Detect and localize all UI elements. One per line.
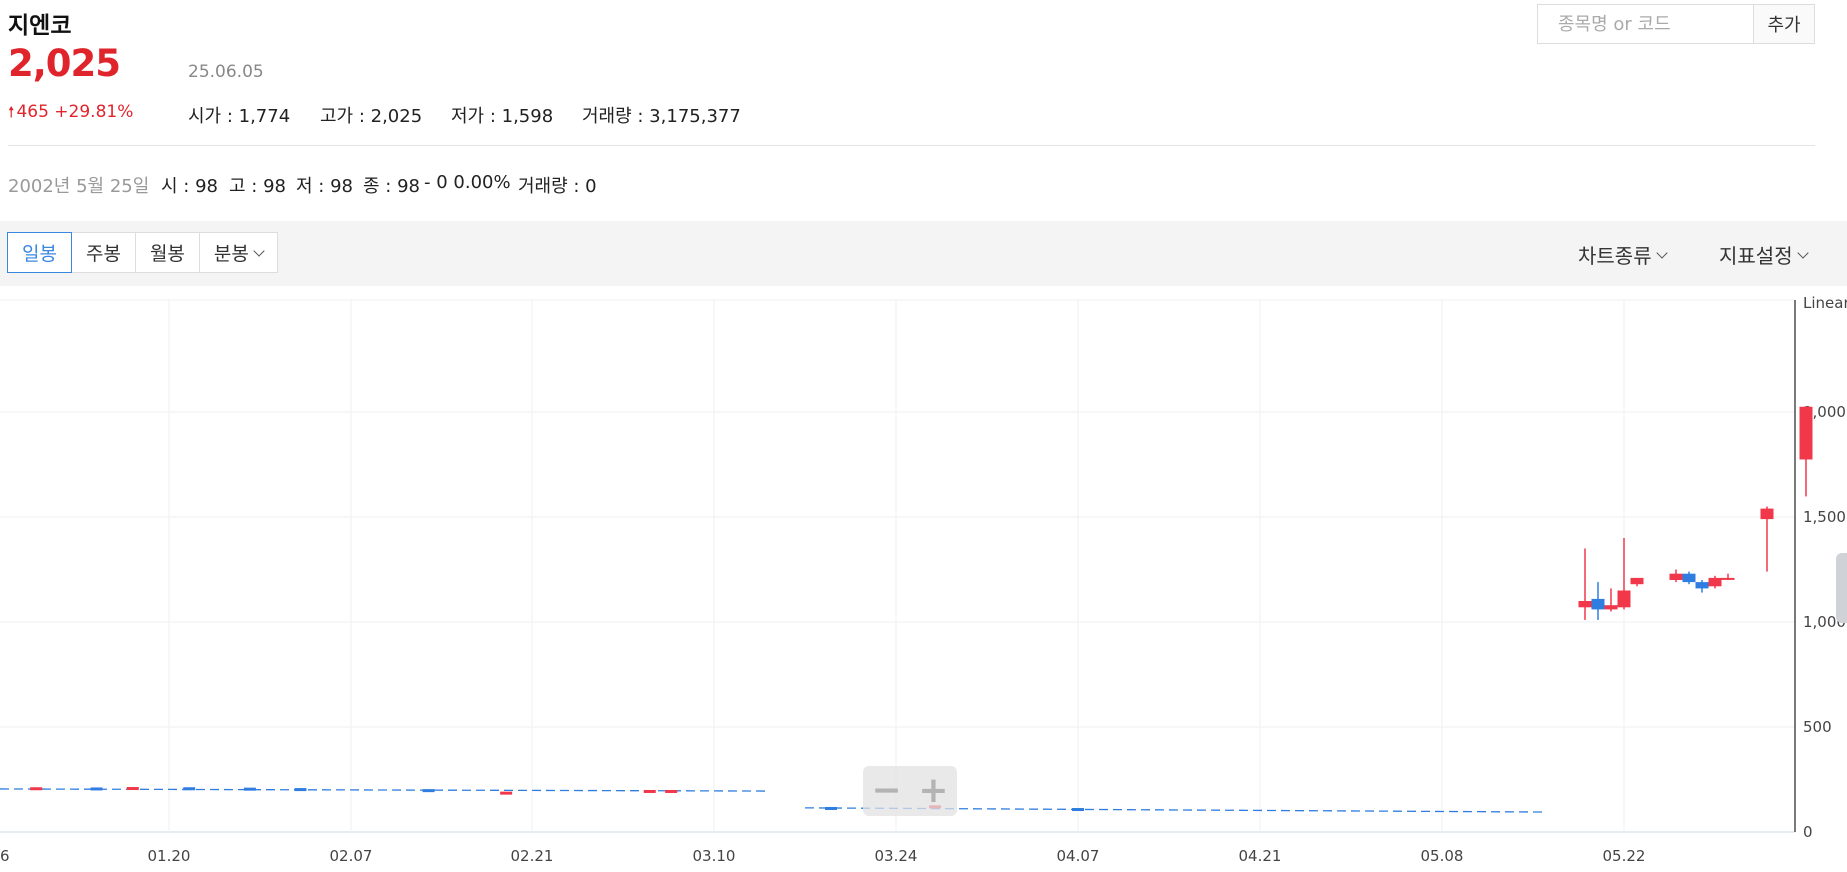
tab-weekly[interactable]: 주봉 [70, 232, 136, 273]
hover-high: 고 : 98 [229, 176, 286, 197]
chevron-down-icon [1655, 246, 1668, 259]
search-input[interactable] [1538, 5, 1753, 43]
x-tick-label: 05.22 [1603, 847, 1646, 865]
hover-volume: 거래량 : 0 [518, 176, 597, 197]
indicator-dropdown[interactable]: 지표설정 [1719, 240, 1809, 269]
flat-candle [665, 789, 678, 793]
scale-label: Linear [1803, 294, 1847, 312]
flat-candle [1072, 808, 1084, 812]
tab-monthly[interactable]: 월봉 [134, 232, 200, 273]
hover-low: 저 : 98 [296, 176, 353, 197]
hover-close: 종 : 98 [363, 176, 420, 197]
hover-change: - 0 0.00% [424, 172, 511, 193]
x-tick-label: 01.20 [148, 847, 191, 865]
x-tick-label: 03.24 [875, 847, 918, 865]
hover-date: 2002년 5월 25일 [8, 176, 150, 197]
y-tick-label: 1,500 [1803, 508, 1846, 526]
y-tick-label: 500 [1803, 718, 1832, 736]
x-tick-label: 04.21 [1239, 847, 1282, 865]
chevron-down-icon [1796, 246, 1809, 259]
chart-type-dropdown[interactable]: 차트종류 [1578, 240, 1668, 269]
flat-candle [183, 787, 196, 791]
quote-high: 고가 : 2,025 [320, 106, 423, 127]
flat-candle [422, 789, 435, 793]
quote-volume: 거래량 : 3,175,377 [582, 106, 741, 127]
flat-candle [126, 787, 139, 791]
candle-body [1604, 605, 1618, 610]
flat-candle [243, 787, 256, 791]
flat-candle [30, 787, 43, 791]
candle-body [1578, 601, 1592, 608]
zoom-controls: − + [863, 766, 957, 816]
y-tick-label: 0 [1803, 823, 1813, 841]
x-tick-label: 02.21 [511, 847, 554, 865]
stock-search: 추가 [1537, 4, 1815, 44]
x-tick-label: 03.10 [693, 847, 736, 865]
candle-body [1695, 582, 1709, 589]
up-arrow-icon: 🠕 [8, 103, 15, 121]
flat-candle [90, 787, 103, 791]
flat-candle [825, 806, 837, 810]
stock-name: 지엔코 [8, 13, 72, 39]
divider [8, 145, 1815, 146]
current-price: 2,025 [8, 42, 121, 85]
candle-body [1799, 406, 1813, 460]
period-tabs: 일봉 주봉 월봉 분봉 [7, 232, 278, 273]
candle-body [1591, 598, 1605, 610]
candle-body [1760, 508, 1774, 520]
side-panel-handle[interactable] [1836, 553, 1847, 623]
candle-body [1617, 590, 1631, 608]
quote-low: 저가 : 1,598 [451, 106, 554, 127]
zoom-in-button[interactable]: + [918, 773, 948, 809]
hover-open: 시 : 98 [161, 176, 218, 197]
tab-daily[interactable]: 일봉 [7, 232, 72, 273]
chevron-down-icon [253, 244, 265, 257]
candle-body [1630, 577, 1644, 585]
candle-body [1682, 573, 1696, 583]
x-tick-label: 02.07 [330, 847, 373, 865]
price-change: 🠕 465 +29.81% [8, 102, 133, 127]
candle-body [1708, 577, 1722, 587]
candle-body [1669, 573, 1683, 580]
quote-open: 시가 : 1,774 [188, 106, 291, 127]
add-button[interactable]: 추가 [1753, 5, 1814, 43]
change-value: 465 +29.81% [16, 102, 134, 122]
price-date: 25.06.05 [188, 62, 264, 82]
candle-body [1721, 577, 1735, 580]
tab-minute[interactable]: 분봉 [198, 232, 278, 273]
x-tick-label: 04.07 [1057, 847, 1100, 865]
flat-candle [294, 788, 307, 792]
x-tick-label: 05.08 [1421, 847, 1464, 865]
x-tick-label: 06 [0, 847, 10, 865]
flat-candle [500, 791, 513, 795]
flat-candle [643, 789, 656, 793]
zoom-out-button[interactable]: − [871, 773, 901, 809]
